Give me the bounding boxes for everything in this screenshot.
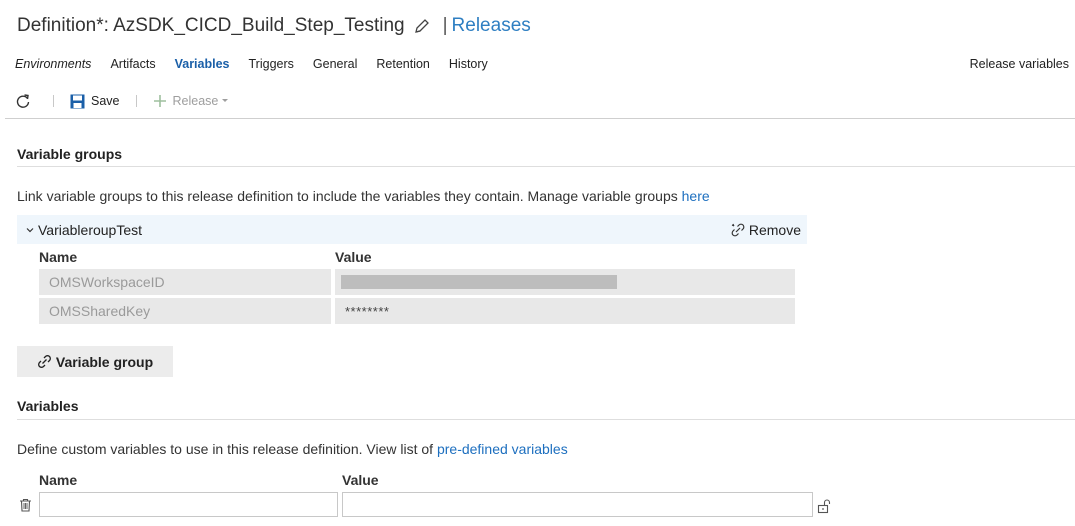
add-variable-group-button[interactable]: Variable group: [17, 346, 173, 377]
page-header: Definition*: AzSDK_CICD_Build_Step_Testi…: [17, 15, 531, 37]
toolbar-divider-line: [5, 118, 1075, 119]
plus-icon: [153, 95, 166, 107]
toolbar-divider: [135, 95, 137, 107]
manage-variable-groups-link[interactable]: here: [682, 188, 710, 204]
variable-groups-title: Variable groups: [17, 146, 123, 162]
variables-description-text: Define custom variables to use in this r…: [17, 441, 437, 457]
trash-icon: [19, 498, 31, 512]
group-variable-value-cell: ********: [335, 298, 795, 324]
release-variables-link[interactable]: Release variables: [970, 57, 1069, 71]
edit-pencil-icon[interactable]: [413, 17, 431, 35]
definition-title: Definition*: AzSDK_CICD_Build_Step_Testi…: [17, 15, 405, 36]
add-variable-group-label: Variable group: [55, 353, 154, 370]
secret-lock-toggle[interactable]: [816, 496, 832, 516]
release-label: Release: [172, 94, 219, 108]
unlink-icon: [731, 223, 745, 236]
caret-down-icon: [222, 99, 229, 102]
releases-breadcrumb-link[interactable]: Releases: [452, 15, 531, 37]
variable-value-input[interactable]: [342, 492, 813, 517]
tab-variables[interactable]: Variables: [175, 57, 230, 75]
save-icon: [70, 94, 85, 108]
tab-artifacts[interactable]: Artifacts: [110, 57, 155, 75]
variables-description: Define custom variables to use in this r…: [17, 441, 568, 457]
group-variable-name-cell: OMSWorkspaceID: [39, 269, 331, 295]
save-label: Save: [91, 94, 120, 108]
tab-general[interactable]: General: [313, 57, 357, 75]
link-icon: [37, 355, 51, 368]
title-separator: |: [442, 15, 448, 36]
variable-group-name: VariableroupTest: [38, 221, 143, 238]
remove-variable-group-button[interactable]: Remove: [731, 222, 801, 238]
tab-history[interactable]: History: [449, 57, 488, 75]
toolbar-divider: [53, 95, 54, 107]
section-divider: [17, 419, 1075, 420]
release-button[interactable]: Release: [153, 94, 231, 108]
variable-groups-description: Link variable groups to this release def…: [17, 188, 710, 204]
refresh-icon: [16, 94, 30, 108]
group-name-column-header: Name: [39, 249, 78, 265]
save-button[interactable]: Save: [70, 94, 120, 109]
variable-groups-description-text: Link variable groups to this release def…: [17, 188, 682, 204]
group-variable-value-cell: [335, 269, 795, 295]
group-variable-name-cell: OMSSharedKey: [39, 298, 331, 324]
variable-value-column-header: Value: [342, 472, 379, 488]
definition-tabs: Environments Artifacts Variables Trigger…: [15, 57, 507, 75]
variable-name-input[interactable]: [39, 492, 338, 517]
tab-triggers[interactable]: Triggers: [249, 57, 294, 75]
tab-retention[interactable]: Retention: [376, 57, 430, 75]
variables-title: Variables: [17, 398, 79, 414]
tab-environments[interactable]: Environments: [15, 57, 91, 75]
toolbar: Save Release: [15, 90, 230, 112]
refresh-button[interactable]: [15, 93, 37, 109]
variable-name-column-header: Name: [39, 472, 78, 488]
remove-label: Remove: [748, 221, 801, 238]
group-value-column-header: Value: [335, 249, 372, 265]
unlock-icon: [817, 499, 831, 514]
predefined-variables-link[interactable]: pre-defined variables: [437, 441, 568, 457]
redacted-value-bar: [341, 275, 617, 289]
section-divider: [17, 166, 1075, 167]
variable-group-header[interactable]: VariableroupTest Remove: [17, 215, 807, 244]
chevron-down-icon[interactable]: [25, 225, 35, 235]
delete-variable-button[interactable]: [17, 495, 33, 515]
